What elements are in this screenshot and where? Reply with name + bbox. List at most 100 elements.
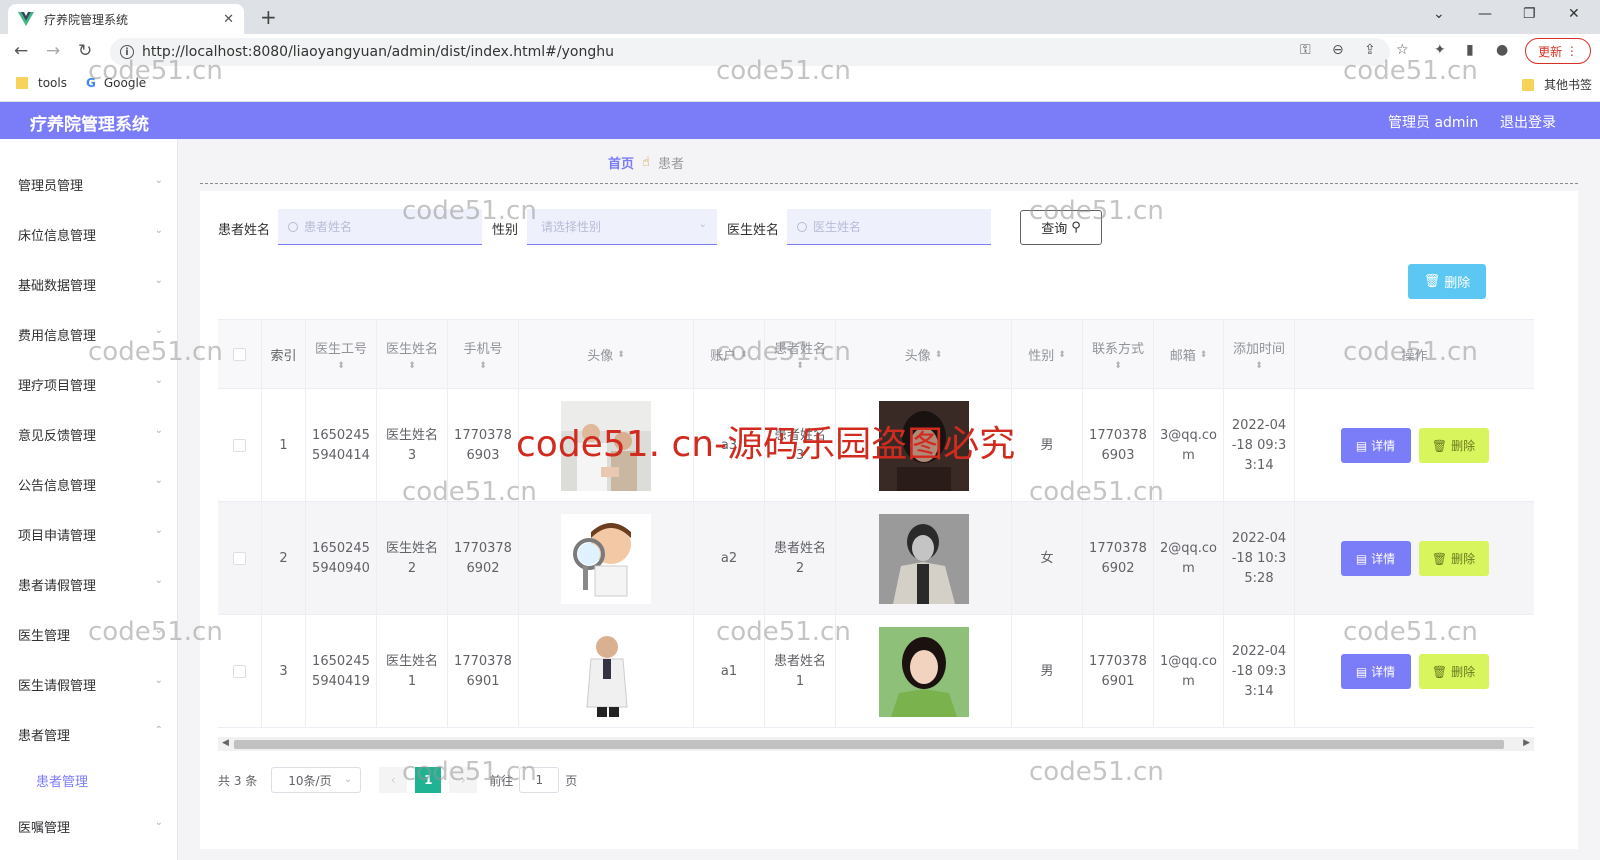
sidebar-item-label: 项目申请管理 (18, 529, 97, 544)
detail-button[interactable]: ▤ 详情 (1340, 541, 1411, 576)
sidebar-item-basedata[interactable]: 基础数据管理 ⌄ (18, 275, 163, 294)
col-label: 账户 (710, 349, 737, 364)
scroll-left-icon[interactable]: ◀ (222, 738, 229, 748)
sort-icon[interactable]: ⬍ (796, 361, 804, 371)
row-checkbox[interactable] (233, 665, 246, 678)
patient-name-input[interactable]: 患者姓名 (278, 209, 482, 245)
sidebar-item-project-apply[interactable]: 项目申请管理 ⌄ (18, 525, 163, 544)
col-patient-name[interactable]: 患者姓名 ⬍ (765, 320, 836, 389)
col-doctor-no[interactable]: 医生工号 ⬍ (306, 320, 377, 389)
col-account[interactable]: 账户 ⬍ (694, 320, 765, 389)
page-number-active[interactable]: 1 (415, 767, 442, 793)
url-field[interactable]: i http://localhost:8080/liaoyangyuan/adm… (110, 38, 1390, 66)
chevron-down-icon: ⌄ (154, 675, 163, 686)
share-icon[interactable]: ⇪ (1364, 42, 1376, 58)
patient-avatar-image[interactable] (878, 513, 969, 604)
doctor-avatar-image[interactable] (561, 626, 651, 717)
site-info-icon[interactable]: i (120, 45, 134, 59)
col-doctor-avatar[interactable]: 头像 ⬍ (519, 320, 694, 389)
sidebar-subitem-patient[interactable]: 患者管理 (36, 771, 88, 790)
doctor-avatar-image[interactable] (561, 513, 651, 604)
sidebar-item-fees[interactable]: 费用信息管理 ⌄ (18, 325, 163, 344)
col-phone[interactable]: 手机号 ⬍ (448, 320, 519, 389)
maximize-icon[interactable]: ❐ (1523, 6, 1536, 22)
tab-close-icon[interactable]: ✕ (223, 12, 234, 27)
sort-icon[interactable]: ⬍ (935, 350, 943, 360)
col-email[interactable]: 邮箱 ⬍ (1154, 320, 1224, 389)
admin-user: 管理员 admin (1388, 115, 1479, 131)
breadcrumb-home[interactable]: 首页 (608, 153, 634, 172)
sidebar-item-patient-leave[interactable]: 患者请假管理 ⌄ (18, 575, 163, 594)
back-icon[interactable]: ← (14, 41, 28, 61)
table-scrollbar[interactable]: ◀ ▶ (218, 737, 1534, 751)
select-all-checkbox[interactable] (233, 348, 246, 361)
sidebar-item-notice[interactable]: 公告信息管理 ⌄ (18, 475, 163, 494)
sidebar-item-doctor-leave[interactable]: 医生请假管理 ⌄ (18, 675, 163, 694)
logout-link[interactable]: 退出登录 (1500, 112, 1556, 132)
goto-page-input[interactable]: 1 (519, 767, 560, 793)
chevron-down-icon: ⌄ (154, 525, 163, 536)
app-title: 疗养院管理系统 (30, 115, 149, 135)
patient-avatar-image[interactable] (878, 626, 969, 717)
sidebar-item-patient[interactable]: 患者管理 ⌃ (18, 725, 163, 744)
extensions-icon[interactable]: ✦ (1434, 42, 1446, 58)
bookmarks-bar: tools G Google 其他书签 (0, 68, 1600, 102)
update-button[interactable]: 更新 ⋮ (1525, 38, 1591, 64)
bookmark-google[interactable]: G Google (86, 76, 146, 90)
window-close-icon[interactable]: ✕ (1568, 6, 1580, 22)
profile-icon[interactable]: ● (1496, 42, 1508, 58)
sort-icon[interactable]: ⬍ (1114, 361, 1122, 371)
col-added-time[interactable]: 添加时间 ⬍ (1224, 320, 1295, 389)
doctor-name-input[interactable]: 医生姓名 (787, 209, 991, 245)
zoom-icon[interactable]: ⊖ (1332, 42, 1344, 58)
gender-select[interactable]: 请选择性别 ⌄ (527, 209, 717, 245)
page-size-select[interactable]: 10条/页 ⌄ (271, 767, 362, 793)
sort-icon[interactable]: ⬍ (479, 361, 487, 371)
delete-button[interactable]: 🗑 删除 (1418, 428, 1489, 463)
forward-icon[interactable]: → (46, 41, 60, 61)
sort-icon[interactable]: ⬍ (1058, 350, 1066, 360)
col-doctor-name[interactable]: 医生姓名 ⬍ (377, 320, 448, 389)
sidebar-item-beds[interactable]: 床位信息管理 ⌄ (18, 225, 163, 244)
minimize-icon[interactable]: — (1478, 6, 1492, 22)
prev-page-button[interactable]: ‹ (379, 767, 408, 793)
sidebar-item-orders[interactable]: 医嘱管理 ⌄ (18, 817, 163, 836)
cell-doctor-avatar (519, 502, 694, 615)
sort-icon[interactable]: ⬍ (1200, 350, 1208, 360)
row-checkbox[interactable] (233, 552, 246, 565)
bulk-delete-button[interactable]: 🗑 删除 (1408, 264, 1486, 299)
star-icon[interactable]: ☆ (1396, 42, 1409, 58)
sidebar-item-therapy[interactable]: 理疗项目管理 ⌄ (18, 375, 163, 394)
key-icon[interactable]: ⚿ (1300, 42, 1311, 58)
detail-button[interactable]: ▤ 详情 (1340, 654, 1411, 689)
sort-icon[interactable]: ⬍ (337, 361, 345, 371)
doctor-avatar-image[interactable] (561, 400, 651, 491)
sort-icon[interactable]: ⬍ (408, 361, 416, 371)
bookmark-other[interactable]: 其他书签 (1522, 76, 1592, 93)
sidebar-item-feedback[interactable]: 意见反馈管理 ⌄ (18, 425, 163, 444)
delete-button[interactable]: 🗑 删除 (1418, 541, 1489, 576)
sort-icon[interactable]: ⬍ (1255, 361, 1263, 371)
browser-tab[interactable]: 疗养院管理系统 ✕ (8, 4, 244, 34)
sidepanel-icon[interactable]: ▮ (1466, 42, 1474, 58)
query-button[interactable]: 查询 ⚲ (1020, 210, 1102, 245)
patient-avatar-image[interactable] (878, 400, 969, 491)
tab-search-icon[interactable]: ⌄ (1433, 6, 1445, 22)
sort-icon[interactable]: ⬍ (617, 350, 625, 360)
bookmark-tools[interactable]: tools (16, 76, 67, 90)
next-page-button[interactable]: › (449, 767, 478, 793)
cell-contact: 17703786902 (1083, 502, 1154, 615)
delete-button[interactable]: 🗑 删除 (1418, 654, 1489, 689)
col-gender[interactable]: 性别 ⬍ (1012, 320, 1083, 389)
sidebar-item-admin[interactable]: 管理员管理 ⌄ (18, 175, 163, 194)
col-patient-avatar[interactable]: 头像 ⬍ (836, 320, 1012, 389)
new-tab-icon[interactable]: + (260, 5, 277, 29)
scroll-right-icon[interactable]: ▶ (1523, 738, 1530, 748)
col-contact[interactable]: 联系方式 ⬍ (1083, 320, 1154, 389)
sort-icon[interactable]: ⬍ (740, 350, 748, 360)
row-checkbox[interactable] (233, 439, 246, 452)
scroll-thumb[interactable] (234, 740, 1504, 749)
detail-button[interactable]: ▤ 详情 (1340, 428, 1411, 463)
reload-icon[interactable]: ↻ (78, 41, 92, 61)
sidebar-item-doctor[interactable]: 医生管理 ⌄ (18, 625, 163, 644)
